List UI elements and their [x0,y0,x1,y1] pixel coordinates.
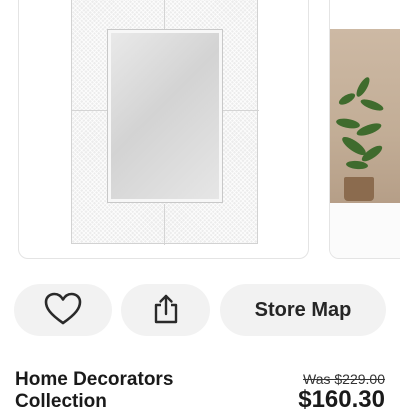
store-map-button[interactable]: Store Map [220,284,386,336]
store-map-label: Store Map [254,298,352,321]
frame-seam [164,204,165,245]
heart-icon [44,292,82,329]
mirror-product-image [71,0,259,245]
next-image-card[interactable] [329,0,400,259]
frame-seam [164,0,165,30]
plant-pot [344,177,374,201]
product-brand[interactable]: Home Decorators Collection [15,369,235,413]
share-button[interactable] [121,284,210,336]
share-icon [152,293,180,328]
favorite-button[interactable] [14,284,112,336]
was-price: Was $229.00 [303,371,385,387]
frame-seam [223,110,259,111]
mirror-glass [108,30,222,202]
current-price: $160.30 [298,386,385,413]
frame-seam [72,110,108,111]
product-image-card[interactable] [18,0,309,259]
brand-line-1: Home Decorators [15,369,174,390]
brand-line-2: Collection [15,391,107,412]
floor-area [330,203,400,258]
